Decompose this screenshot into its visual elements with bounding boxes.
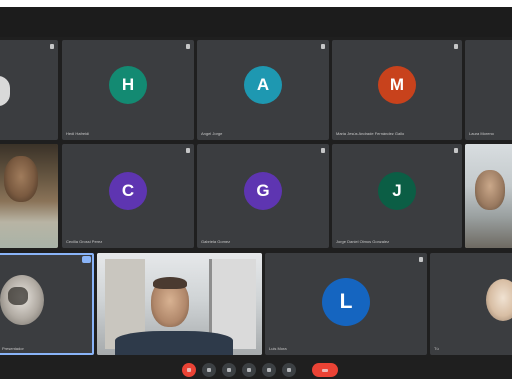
captions-button[interactable] — [222, 363, 236, 377]
participant-name: Presentador — [2, 346, 24, 351]
mic-off-icon — [454, 44, 458, 49]
mic-off-icon — [419, 257, 423, 262]
mic-off-icon — [186, 44, 190, 49]
participant-body — [115, 331, 233, 355]
end-call-button[interactable] — [312, 363, 338, 377]
captions-icon — [227, 368, 231, 372]
participant-face — [4, 156, 38, 202]
more-icon — [287, 368, 291, 372]
participant-hair — [153, 277, 187, 289]
mic-off-icon — [187, 368, 191, 372]
participant-name: Hedi Hafreidi — [66, 131, 90, 136]
camera-icon — [207, 368, 211, 372]
participant-tile[interactable]: J Jorge Daniel Olmos Gonzalez — [332, 144, 462, 248]
participant-tile[interactable]: Presentador — [0, 253, 94, 355]
participant-tile[interactable]: G Gabriela Gomez — [197, 144, 329, 248]
participant-tile[interactable]: L Luis Mora — [265, 253, 427, 355]
mic-off-icon — [321, 148, 325, 153]
mic-off-icon — [321, 44, 325, 49]
participant-avatar: J — [378, 172, 416, 210]
participant-name: Gabriela Gomez — [201, 239, 231, 244]
participant-tile[interactable] — [465, 144, 512, 248]
participant-tile[interactable]: C Cecilia Grossi Perez — [62, 144, 194, 248]
participant-face — [8, 287, 28, 305]
hand-icon — [247, 368, 251, 372]
camera-button[interactable] — [202, 363, 216, 377]
control-bar — [0, 359, 512, 379]
participant-avatar: C — [109, 172, 147, 210]
participant-face — [475, 170, 505, 210]
participant-photo — [486, 279, 512, 321]
pin-icon — [82, 256, 91, 263]
participant-tile[interactable]: A Angel Jorge — [197, 40, 329, 140]
participant-avatar: H — [109, 66, 147, 104]
participant-avatar: A — [244, 66, 282, 104]
participant-tile[interactable] — [0, 144, 58, 248]
participant-tile[interactable]: Laura Moreno — [465, 40, 512, 140]
participant-name: Maria Jesús Andrade Fernández Gallo — [336, 131, 405, 136]
top-bar — [0, 7, 512, 37]
participant-avatar: G — [244, 172, 282, 210]
participant-name: Luis Mora — [269, 346, 287, 351]
more-options-button[interactable] — [282, 363, 296, 377]
participant-tile[interactable] — [97, 253, 262, 355]
participant-name: Cecilia Grossi Perez — [66, 239, 103, 244]
participant-name: Tú — [434, 346, 439, 351]
mic-off-icon — [454, 148, 458, 153]
participant-avatar: L — [322, 278, 370, 326]
raise-hand-button[interactable] — [242, 363, 256, 377]
meeting-stage: H Hedi Hafreidi A Angel Jorge M Maria Je… — [0, 7, 512, 379]
present-icon — [267, 368, 271, 372]
screen: H Hedi Hafreidi A Angel Jorge M Maria Je… — [0, 0, 512, 383]
participant-tile[interactable]: Tú — [430, 253, 512, 355]
participant-tile[interactable] — [0, 40, 58, 140]
mic-off-button[interactable] — [182, 363, 196, 377]
participant-photo — [0, 76, 10, 106]
mic-off-icon — [186, 148, 190, 153]
participant-name: Jorge Daniel Olmos Gonzalez — [336, 239, 390, 244]
present-button[interactable] — [262, 363, 276, 377]
participant-tile[interactable]: H Hedi Hafreidi — [62, 40, 194, 140]
participant-avatar: M — [378, 66, 416, 104]
phone-hangup-icon — [322, 369, 328, 372]
participant-name: Angel Jorge — [201, 131, 223, 136]
mic-off-icon — [50, 44, 54, 49]
participant-name: Laura Moreno — [469, 131, 494, 136]
participant-tile[interactable]: M Maria Jesús Andrade Fernández Gallo — [332, 40, 462, 140]
